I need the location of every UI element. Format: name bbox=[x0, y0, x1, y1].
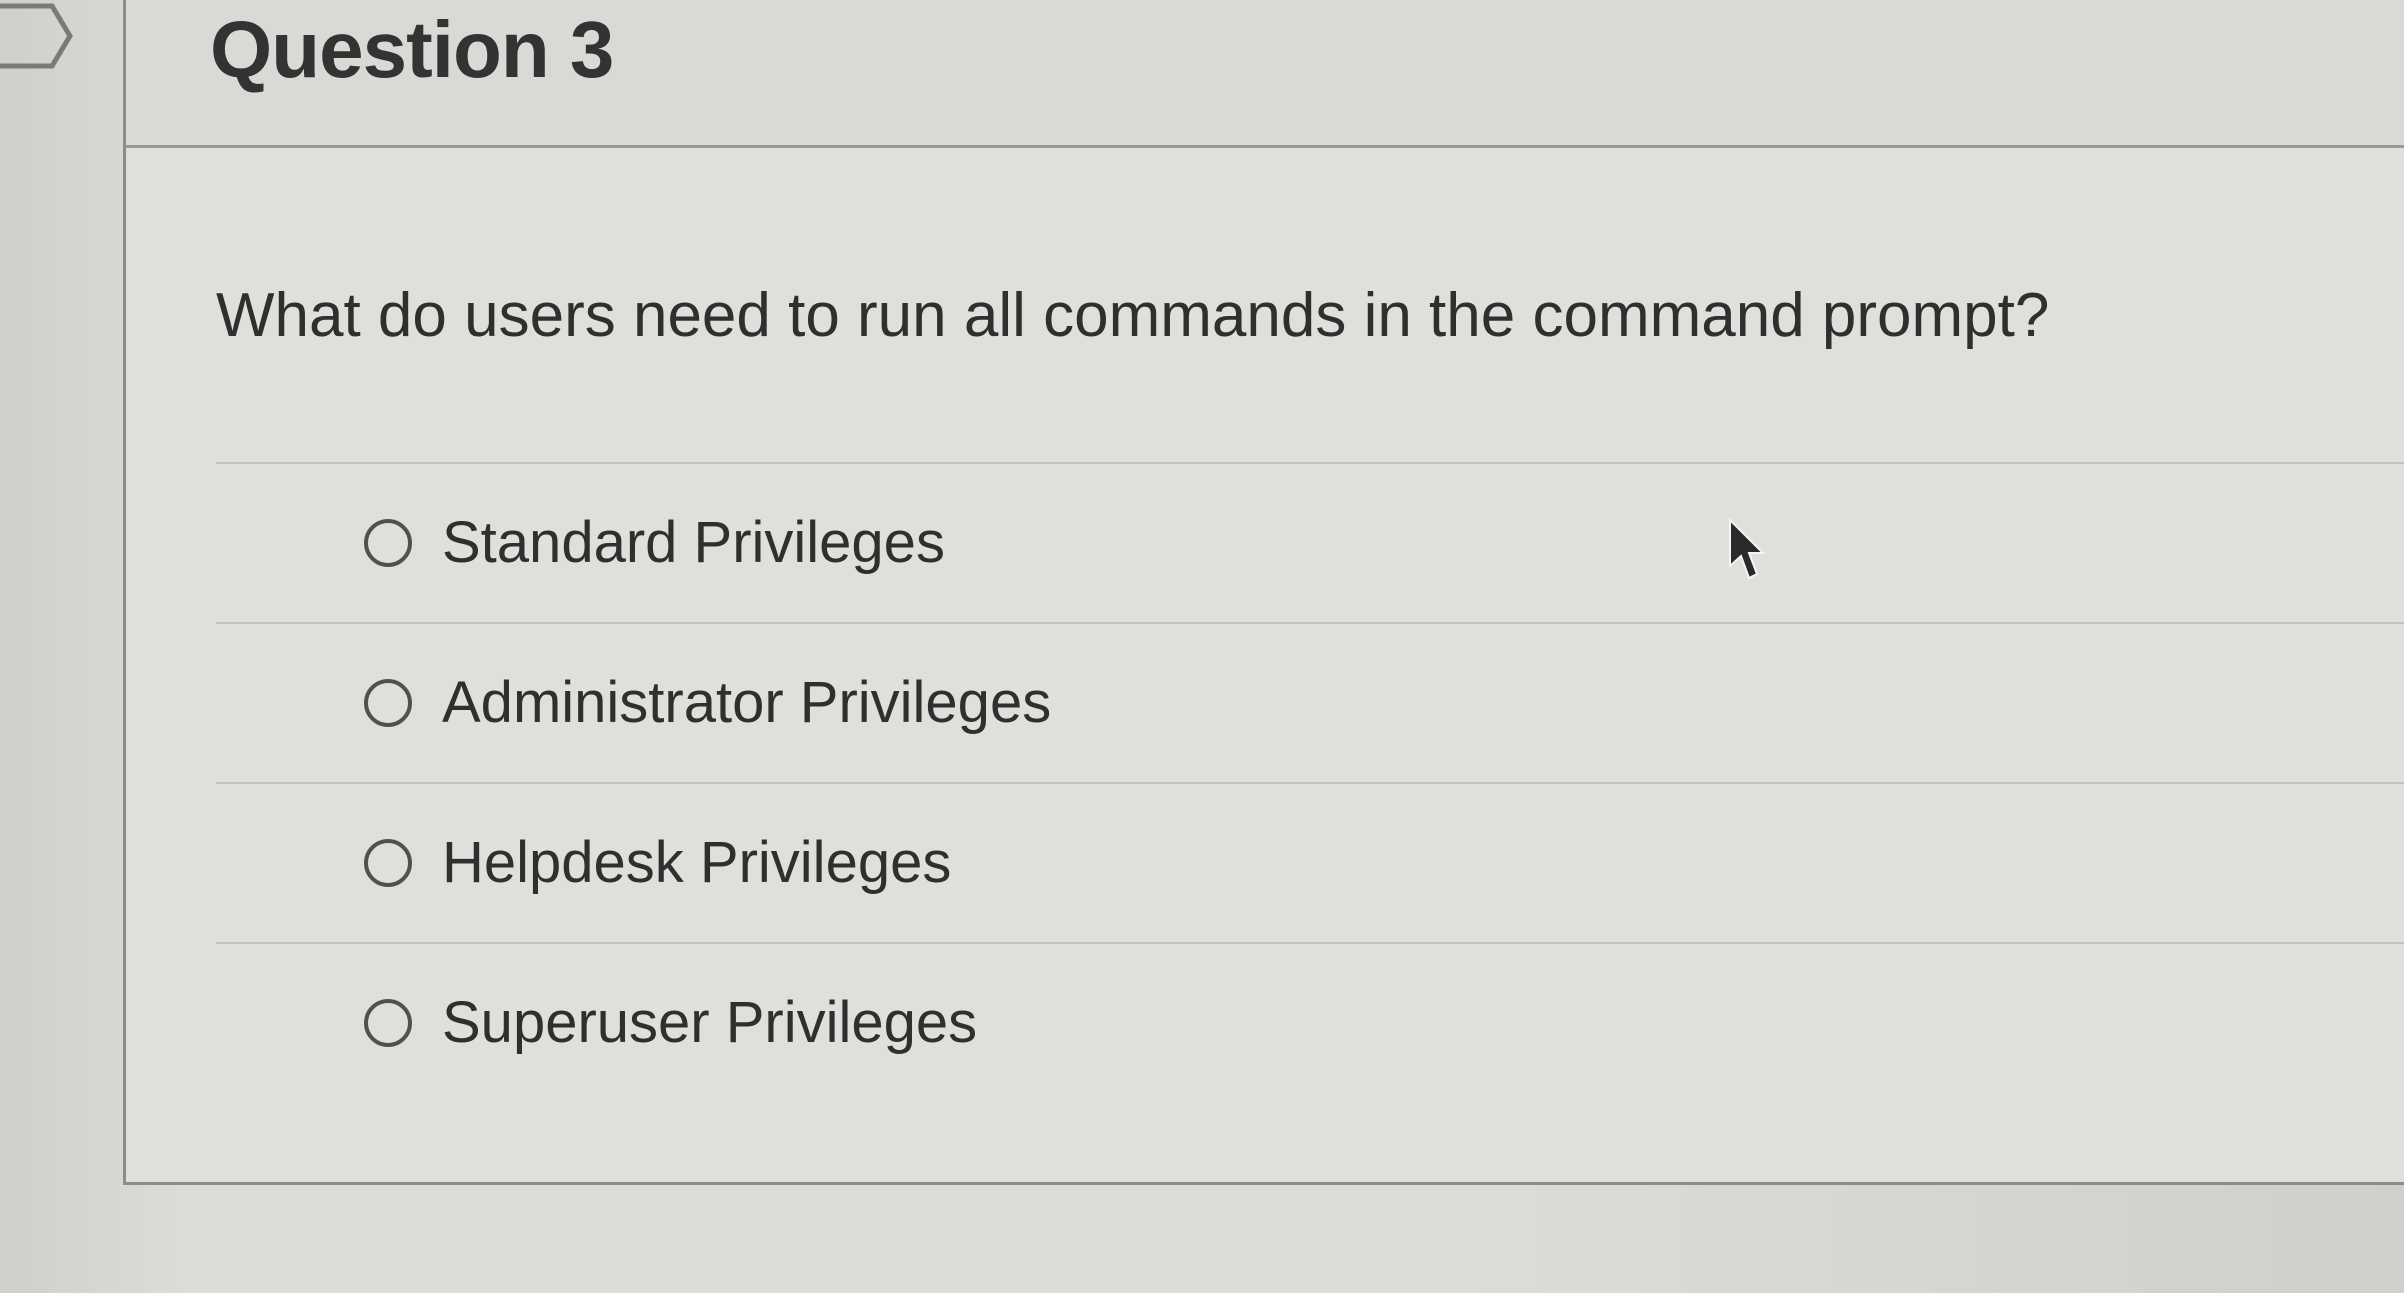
answer-option-administrator[interactable]: Administrator Privileges bbox=[216, 624, 2404, 782]
question-prompt: What do users need to run all commands i… bbox=[216, 281, 2050, 350]
radio-button[interactable] bbox=[364, 839, 412, 887]
radio-button[interactable] bbox=[364, 679, 412, 727]
question-header: Question 3 bbox=[126, 0, 2404, 148]
answer-label: Helpdesk Privileges bbox=[442, 830, 952, 895]
answer-list: Standard Privileges Administrator Privil… bbox=[216, 462, 2404, 1102]
question-title: Question 3 bbox=[210, 5, 614, 94]
radio-button[interactable] bbox=[364, 999, 412, 1047]
answer-label: Standard Privileges bbox=[442, 510, 945, 575]
flag-icon[interactable] bbox=[0, 0, 80, 72]
mouse-cursor-icon bbox=[1729, 518, 1766, 580]
question-card: Question 3 What do users need to run all… bbox=[123, 0, 2404, 1185]
answer-label: Superuser Privileges bbox=[442, 990, 978, 1055]
quiz-screen: Question 3 What do users need to run all… bbox=[0, 0, 2404, 1293]
answer-option-superuser[interactable]: Superuser Privileges bbox=[216, 944, 2404, 1102]
answer-label: Administrator Privileges bbox=[442, 670, 1052, 735]
radio-button[interactable] bbox=[364, 519, 412, 567]
answer-option-standard[interactable]: Standard Privileges bbox=[216, 464, 2404, 622]
answer-option-helpdesk[interactable]: Helpdesk Privileges bbox=[216, 784, 2404, 942]
